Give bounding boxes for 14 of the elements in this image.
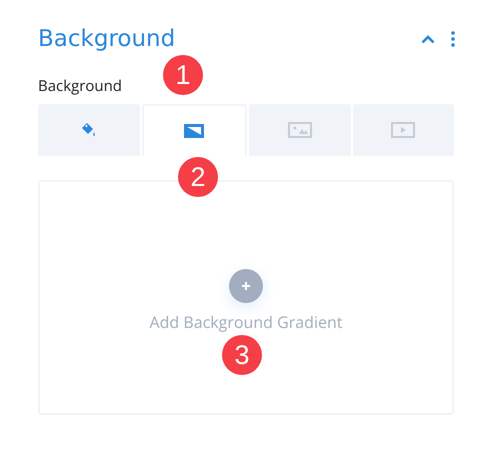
more-icon[interactable] [451,31,455,47]
add-button[interactable] [229,268,263,302]
gradient-icon [183,123,206,139]
section-title: Background [38,26,176,52]
plus-icon [241,280,251,290]
background-tab[interactable] [142,104,247,156]
video-icon [391,122,416,138]
callout-badge: 2 [178,157,218,197]
caret-icon[interactable] [421,34,435,44]
add-gradient-link[interactable]: Add Background Gradient [150,310,342,332]
callout-badge: 1 [163,55,203,95]
field-label: Background [38,76,123,96]
image-icon [288,122,312,138]
callout-badge: 3 [222,335,262,375]
